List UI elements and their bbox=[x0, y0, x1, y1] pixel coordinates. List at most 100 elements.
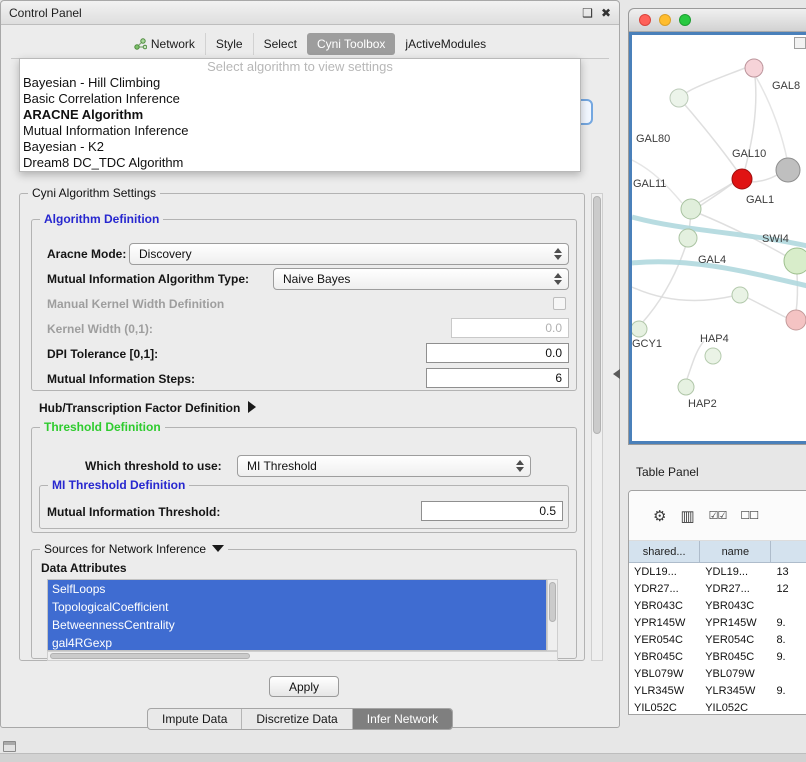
table-cell: YDL19... bbox=[629, 563, 700, 580]
table-row[interactable]: YDL19...YDL19...13 bbox=[629, 563, 806, 580]
clear-all-checkboxes-icon[interactable]: ☐☐ bbox=[740, 509, 758, 522]
column-header-shared[interactable]: shared... bbox=[629, 541, 700, 563]
hub-section-toggle[interactable]: Hub/Transcription Factor Definition bbox=[39, 401, 256, 415]
table-cell bbox=[771, 665, 806, 682]
float-icon[interactable]: ❑ bbox=[582, 6, 593, 20]
network-edge[interactable] bbox=[700, 183, 733, 206]
network-edge[interactable] bbox=[642, 245, 686, 323]
settings-scrollbar[interactable] bbox=[591, 193, 603, 661]
table-cell: YER054C bbox=[629, 631, 700, 648]
table-cell: YDR27... bbox=[700, 580, 771, 597]
table-row[interactable]: YLR345WYLR345W9. bbox=[629, 682, 806, 699]
network-node[interactable] bbox=[632, 321, 647, 337]
network-window-titlebar[interactable] bbox=[629, 9, 806, 32]
mi-threshold-field[interactable]: 0.5 bbox=[421, 501, 563, 521]
bottom-tab-bar: Impute DataDiscretize DataInfer Network bbox=[147, 708, 453, 730]
table-cell: YBL079W bbox=[700, 665, 771, 682]
network-edge[interactable] bbox=[679, 98, 740, 175]
network-edge[interactable] bbox=[698, 182, 734, 203]
aracne-mode-select[interactable]: Discovery bbox=[129, 243, 569, 265]
network-node[interactable] bbox=[786, 310, 806, 330]
network-node[interactable] bbox=[784, 248, 806, 274]
algorithm-option-bayesian-hill-climbing[interactable]: Bayesian - Hill Climbing bbox=[20, 75, 580, 91]
column-header-name[interactable]: name bbox=[700, 541, 771, 563]
algorithm-option-bayesian-k2[interactable]: Bayesian - K2 bbox=[20, 139, 580, 155]
mi-threshold-title: MI Threshold Definition bbox=[48, 478, 189, 492]
table-row[interactable]: YER054CYER054C8. bbox=[629, 631, 806, 648]
network-node[interactable] bbox=[732, 287, 748, 303]
network-node[interactable] bbox=[705, 348, 721, 364]
tab-style[interactable]: Style bbox=[205, 33, 253, 55]
kernel-width-field[interactable]: 0.0 bbox=[451, 318, 569, 338]
mi-type-select[interactable]: Naive Bayes bbox=[273, 268, 569, 290]
node-label-gal8: GAL8 bbox=[772, 80, 800, 92]
column-header-2[interactable] bbox=[771, 541, 806, 563]
bottom-tab-impute-data[interactable]: Impute Data bbox=[148, 709, 241, 729]
control-panel-titlebar[interactable]: Control Panel ❑ ✖ bbox=[1, 1, 619, 25]
splitter-collapse-arrow[interactable] bbox=[613, 369, 620, 379]
which-threshold-select[interactable]: MI Threshold bbox=[237, 455, 531, 477]
attribute-item-selfloops[interactable]: SelfLoops bbox=[48, 580, 546, 598]
bottom-tab-discretize-data[interactable]: Discretize Data bbox=[241, 709, 351, 729]
control-panel-window: Control Panel ❑ ✖ NetworkStyleSelect Cyni … bbox=[0, 0, 620, 728]
which-threshold-label: Which threshold to use: bbox=[85, 459, 222, 473]
network-edge[interactable] bbox=[632, 287, 733, 300]
network-node[interactable] bbox=[678, 379, 694, 395]
table-row[interactable]: YBR045CYBR045C9. bbox=[629, 648, 806, 665]
algorithm-option-mutual-information-inference[interactable]: Mutual Information Inference bbox=[20, 123, 580, 139]
table-row[interactable]: YBL079WYBL079W bbox=[629, 665, 806, 682]
tab-select[interactable]: Select bbox=[253, 33, 307, 55]
table-row[interactable]: YBR043CYBR043C bbox=[629, 597, 806, 614]
node-label-gal4: GAL4 bbox=[698, 254, 726, 266]
window-title: Control Panel bbox=[9, 6, 82, 20]
tab-label: Cyni Toolbox bbox=[317, 37, 385, 51]
network-overview-toggle[interactable] bbox=[794, 37, 806, 49]
tab-network[interactable]: Network bbox=[124, 33, 205, 55]
network-node[interactable] bbox=[670, 89, 688, 107]
network-node[interactable] bbox=[776, 158, 800, 182]
algorithm-option-aracne-algorithm[interactable]: ARACNE Algorithm bbox=[20, 107, 580, 123]
close-traffic-light-icon[interactable] bbox=[639, 14, 651, 26]
table-cell: 9. bbox=[771, 682, 806, 699]
dpi-tolerance-field[interactable]: 0.0 bbox=[426, 343, 569, 363]
attribute-item-gal4rgexp[interactable]: gal4RGexp bbox=[48, 634, 546, 651]
algorithm-dropdown-popup: Select algorithm to view settings Bayesi… bbox=[19, 58, 581, 172]
algorithm-option-basic-correlation-inference[interactable]: Basic Correlation Inference bbox=[20, 91, 580, 107]
table-row[interactable]: YDR27...YDR27...12 bbox=[629, 580, 806, 597]
attribute-item-betweennesscentrality[interactable]: BetweennessCentrality bbox=[48, 616, 546, 634]
network-node[interactable] bbox=[732, 169, 752, 189]
apply-button[interactable]: Apply bbox=[269, 676, 339, 697]
network-canvas[interactable]: GAL8GAL80GAL10GAL11GAL1SWI4GAL4GCY1HAP4H… bbox=[629, 32, 806, 444]
table-row[interactable]: YIL052CYIL052C bbox=[629, 699, 806, 714]
network-edge[interactable] bbox=[746, 297, 787, 318]
table-body: YDL19...YDL19...13YDR27...YDR27...12YBR0… bbox=[629, 563, 806, 714]
network-node[interactable] bbox=[679, 229, 697, 247]
attributes-vscrollbar[interactable] bbox=[547, 579, 558, 651]
bottom-tab-infer-network[interactable]: Infer Network bbox=[352, 709, 452, 729]
manual-kernel-checkbox[interactable] bbox=[553, 297, 566, 310]
mi-steps-field[interactable]: 6 bbox=[426, 368, 569, 388]
network-edge[interactable] bbox=[796, 274, 797, 312]
network-edge[interactable] bbox=[686, 68, 745, 93]
network-node[interactable] bbox=[681, 199, 701, 219]
close-icon[interactable]: ✖ bbox=[601, 6, 611, 20]
attributes-hscrollbar[interactable] bbox=[47, 651, 558, 661]
network-edge[interactable] bbox=[687, 341, 704, 379]
tab-jactivemodules[interactable]: jActiveModules bbox=[395, 33, 496, 55]
minimized-window-icon[interactable] bbox=[3, 741, 16, 752]
data-attributes-label: Data Attributes bbox=[41, 561, 127, 575]
zoom-traffic-light-icon[interactable] bbox=[679, 14, 691, 26]
minimize-traffic-light-icon[interactable] bbox=[659, 14, 671, 26]
tab-cyni-toolbox[interactable]: Cyni Toolbox bbox=[307, 33, 395, 55]
table-row[interactable]: YPR145WYPR145W9. bbox=[629, 614, 806, 631]
mi-type-value: Naive Bayes bbox=[283, 272, 350, 286]
network-node[interactable] bbox=[745, 59, 763, 77]
add-column-icon[interactable]: ▥ bbox=[680, 507, 694, 525]
table-cell: YPR145W bbox=[629, 614, 700, 631]
select-all-checkboxes-icon[interactable]: ☑☑ bbox=[709, 509, 727, 522]
which-threshold-value: MI Threshold bbox=[247, 459, 317, 473]
gear-icon[interactable]: ⚙ bbox=[653, 507, 666, 525]
attribute-item-topologicalcoefficient[interactable]: TopologicalCoefficient bbox=[48, 598, 546, 616]
sources-title-toggle[interactable]: Sources for Network Inference bbox=[40, 542, 228, 556]
algorithm-option-dream8-dc-tdc-algorithm[interactable]: Dream8 DC_TDC Algorithm bbox=[20, 155, 580, 171]
